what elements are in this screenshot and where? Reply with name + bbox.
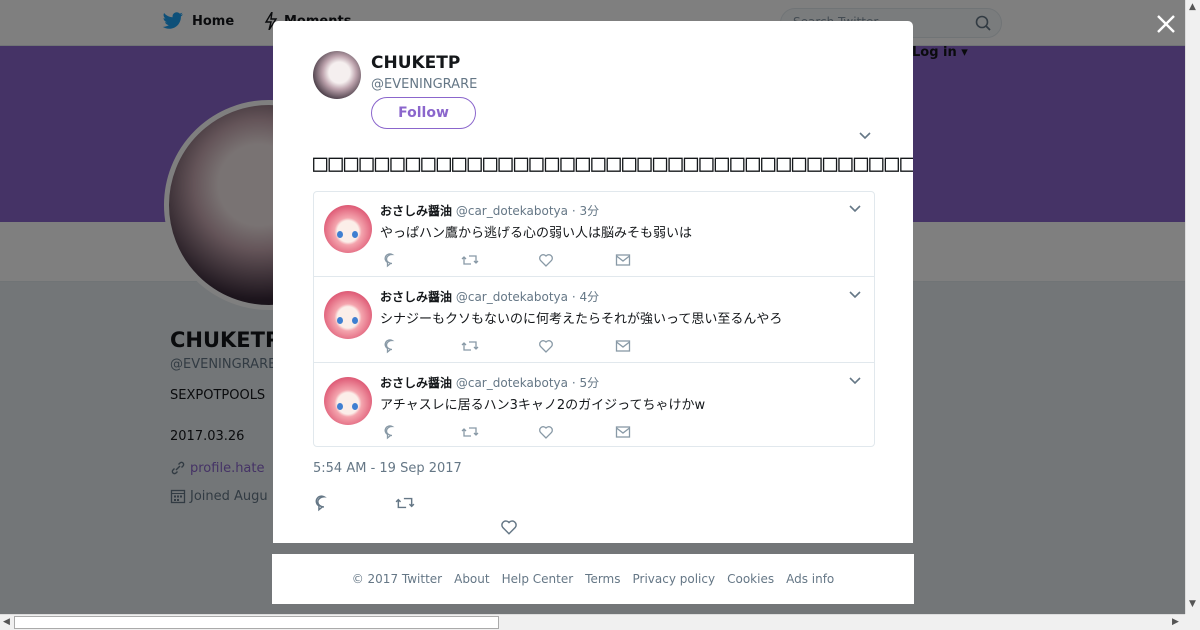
embedded-header: おさしみ醤油 @car_dotekabotya · 3分: [380, 202, 599, 219]
close-icon[interactable]: [1154, 12, 1178, 36]
footer-copyright: © 2017 Twitter: [351, 572, 443, 586]
message-icon[interactable]: [615, 252, 631, 268]
embedded-tweet-timeline: おさしみ醤油 @car_dotekabotya · 3分 やっぱハン鷹から逃げる…: [313, 191, 875, 447]
retweet-icon[interactable]: [461, 252, 479, 268]
embedded-name[interactable]: おさしみ醤油: [380, 376, 452, 390]
reply-icon[interactable]: [384, 424, 400, 440]
reply-icon[interactable]: [315, 494, 333, 512]
horizontal-scrollbar[interactable]: ◀ ▶: [0, 614, 1185, 630]
embedded-time[interactable]: · 4分: [572, 290, 599, 304]
footer-link-privacy[interactable]: Privacy policy: [633, 572, 716, 586]
chevron-down-icon[interactable]: [848, 290, 862, 300]
embedded-actions: [384, 423, 692, 441]
tweet-timestamp[interactable]: 5:54 AM - 19 Sep 2017: [313, 461, 462, 476]
reply-icon[interactable]: [384, 252, 400, 268]
like-icon[interactable]: [538, 338, 554, 354]
embedded-header: おさしみ醤油 @car_dotekabotya · 5分: [380, 374, 599, 391]
scroll-up-arrow[interactable]: ▲: [1189, 3, 1196, 12]
footer-link-terms[interactable]: Terms: [585, 572, 620, 586]
tweet-text: □□□□□□□□□□□□□□□□□□□□□□□□□□□□□□□□□□□□□□□□…: [313, 149, 913, 177]
embedded-time[interactable]: · 3分: [572, 204, 599, 218]
embedded-handle[interactable]: @car_dotekabotya: [456, 204, 568, 218]
chevron-down-icon[interactable]: [858, 131, 872, 141]
scroll-down-arrow[interactable]: ▼: [1189, 600, 1196, 609]
horizontal-scroll-thumb[interactable]: [14, 616, 499, 629]
chevron-down-icon[interactable]: [848, 376, 862, 386]
retweet-icon[interactable]: [461, 424, 479, 440]
vertical-scrollbar[interactable]: ▲ ▼: [1185, 0, 1200, 614]
embedded-name[interactable]: おさしみ醤油: [380, 204, 452, 218]
scroll-right-arrow[interactable]: ▶: [1172, 618, 1179, 627]
embedded-text: やっぱハン鷹から逃げる心の弱い人は脳みそも弱いは: [380, 226, 693, 241]
embedded-text: アチャスレに居るハン3キャノ2のガイジってちゃけかw: [380, 398, 706, 413]
footer-link-help[interactable]: Help Center: [502, 572, 574, 586]
footer: © 2017 Twitter About Help Center Terms P…: [272, 554, 914, 604]
retweet-icon[interactable]: [395, 494, 415, 512]
embedded-avatar[interactable]: [324, 205, 372, 253]
embedded-tweet[interactable]: おさしみ醤油 @car_dotekabotya · 5分 アチャスレに居るハン3…: [314, 364, 874, 446]
chevron-down-icon[interactable]: [848, 204, 862, 214]
author-avatar[interactable]: [313, 51, 361, 99]
embedded-avatar[interactable]: [324, 291, 372, 339]
author-name[interactable]: CHUKETP: [371, 53, 460, 73]
footer-link-ads[interactable]: Ads info: [786, 572, 834, 586]
embedded-tweet[interactable]: おさしみ醤油 @car_dotekabotya · 4分 シナジーもクソもないの…: [314, 278, 874, 363]
embedded-name[interactable]: おさしみ醤油: [380, 290, 452, 304]
embedded-time[interactable]: · 5分: [572, 376, 599, 390]
footer-link-about[interactable]: About: [454, 572, 489, 586]
tweet-modal: CHUKETP @EVENINGRARE Follow □□□□□□□□□□□□…: [273, 21, 913, 543]
follow-button[interactable]: Follow: [371, 97, 476, 129]
embedded-actions: [384, 251, 692, 269]
embedded-header: おさしみ醤油 @car_dotekabotya · 4分: [380, 288, 599, 305]
message-icon[interactable]: [615, 424, 631, 440]
author-handle[interactable]: @EVENINGRARE: [371, 77, 477, 92]
retweet-icon[interactable]: [461, 338, 479, 354]
scrollbar-corner: [1185, 614, 1200, 630]
message-icon[interactable]: [615, 338, 631, 354]
embedded-avatar[interactable]: [324, 377, 372, 425]
footer-link-cookies[interactable]: Cookies: [727, 572, 774, 586]
embedded-handle[interactable]: @car_dotekabotya: [456, 290, 568, 304]
like-icon[interactable]: [538, 424, 554, 440]
embedded-tweet[interactable]: おさしみ醤油 @car_dotekabotya · 3分 やっぱハン鷹から逃げる…: [314, 192, 874, 277]
embedded-text: シナジーもクソもないのに何考えたらそれが強いって思い至るんやろ: [380, 312, 783, 327]
tweet-actions: [313, 492, 613, 542]
reply-icon[interactable]: [384, 338, 400, 354]
embedded-actions: [384, 337, 692, 355]
like-icon[interactable]: [500, 518, 518, 536]
like-icon[interactable]: [538, 252, 554, 268]
embedded-handle[interactable]: @car_dotekabotya: [456, 376, 568, 390]
scroll-left-arrow[interactable]: ◀: [3, 618, 10, 627]
